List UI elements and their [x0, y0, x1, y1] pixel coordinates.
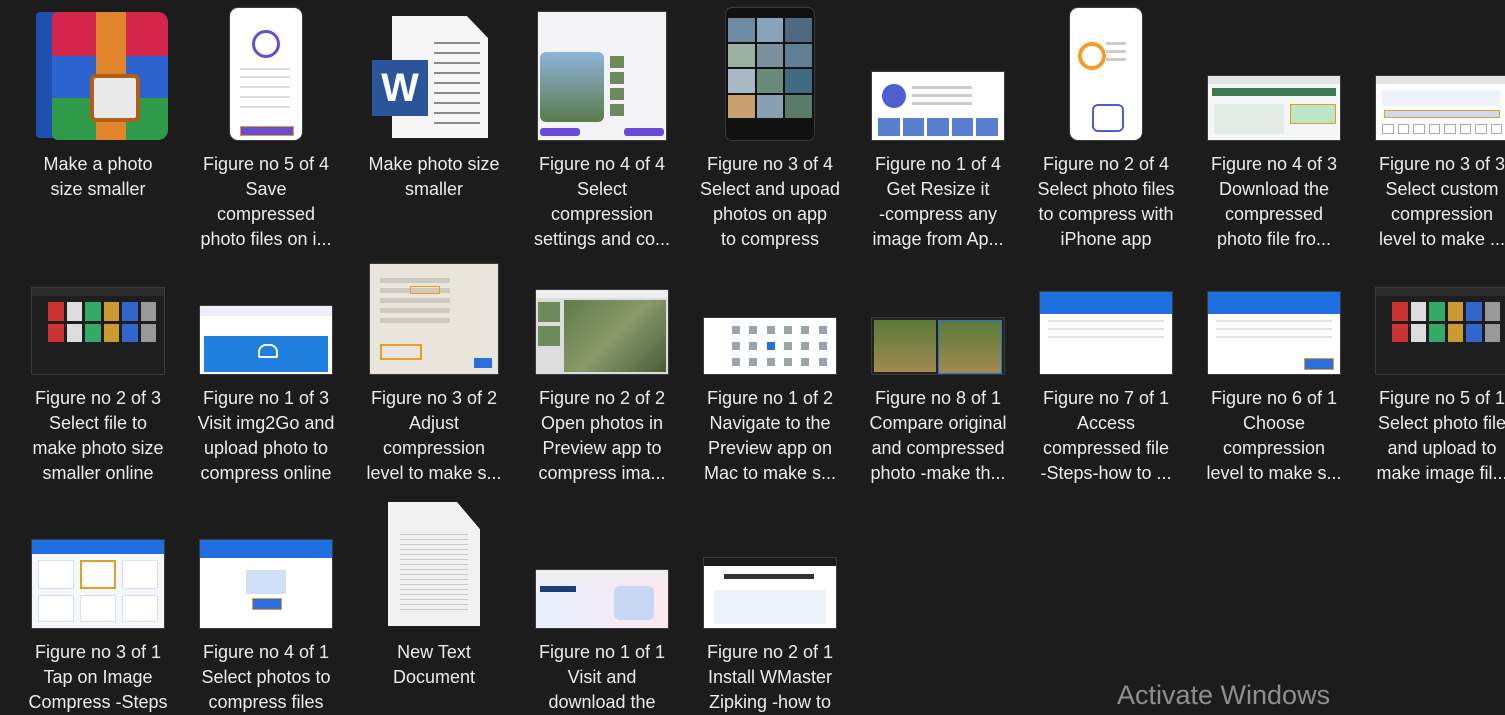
screenshot-preview [1376, 76, 1505, 140]
file-thumbnail [1026, 240, 1186, 374]
file-name: Figure no 8 of 1 Compare original and co… [869, 388, 1007, 483]
screenshot-preview [1040, 292, 1172, 374]
file-name: Figure no 7 of 1 Access compressed file … [1040, 388, 1172, 483]
file-name: Figure no 2 of 4 Select photo files to c… [1037, 154, 1175, 249]
file-thumbnail [186, 240, 346, 374]
screenshot-preview [704, 558, 836, 628]
file-name: Figure no 3 of 1 Tap on Image Compress -… [28, 642, 168, 712]
screenshot-preview [1376, 288, 1505, 374]
file-name: Figure no 3 of 4 Select and upoad photos… [699, 154, 841, 249]
screenshot-preview [872, 72, 1004, 140]
file-thumbnail [690, 6, 850, 140]
file-thumbnail [1194, 240, 1354, 374]
file-name: Figure no 1 of 4 Get Resize it -compress… [872, 154, 1004, 249]
file-name: Figure no 1 of 2 Navigate to the Preview… [703, 388, 837, 483]
file-thumbnail [1362, 6, 1505, 140]
file-thumbnail [522, 240, 682, 374]
file-thumbnail [186, 6, 346, 140]
file-name: Figure no 2 of 2 Open photos in Preview … [538, 388, 666, 483]
screenshot-preview [230, 8, 302, 140]
file-thumbnail [18, 240, 178, 374]
screenshot-preview [200, 540, 332, 628]
screenshot-preview [370, 264, 498, 374]
file-name: Figure no 1 of 3 Visit img2Go and upload… [197, 388, 335, 483]
screenshot-preview [726, 8, 814, 140]
file-name: Figure no 2 of 1 Install WMaster Zipking… [706, 642, 834, 712]
screenshot-preview [536, 570, 668, 628]
file-name: Figure no 3 of 2 Adjust compression leve… [366, 388, 502, 483]
file-name: Figure no 4 of 3 Download the compressed… [1210, 154, 1338, 249]
file-thumbnail [522, 6, 682, 140]
screenshot-preview [1208, 292, 1340, 374]
file-thumbnail [1362, 240, 1505, 374]
screenshot-preview [1208, 76, 1340, 140]
file-thumbnail [858, 240, 1018, 374]
winrar-icon [28, 8, 168, 140]
file-thumbnail [18, 6, 178, 140]
file-name: Figure no 4 of 4 Select compression sett… [533, 154, 671, 249]
file-name: Make a photo size smaller [43, 154, 153, 199]
file-name: Figure no 5 of 1 Select photo file and u… [1376, 388, 1505, 483]
file-name: Figure no 6 of 1 Choose compression leve… [1206, 388, 1342, 483]
file-thumbnail [690, 240, 850, 374]
file-name: Figure no 1 of 1 Visit and download the [538, 642, 666, 712]
screenshot-preview [538, 12, 666, 140]
file-thumbnail [354, 494, 514, 628]
screenshot-preview [1070, 8, 1142, 140]
file-thumbnail [522, 494, 682, 628]
file-name: New Text Document [392, 642, 476, 687]
file-thumbnail: W [354, 6, 514, 140]
word-doc-icon: W [372, 12, 496, 140]
screenshot-preview [536, 290, 668, 374]
file-thumbnail [1026, 6, 1186, 140]
file-thumbnail [186, 494, 346, 628]
activation-watermark: Activate Windows [1117, 680, 1331, 710]
file-name: Figure no 5 of 4 Save compressed photo f… [200, 154, 332, 249]
file-name: Figure no 4 of 1 Select photos to compre… [201, 642, 331, 712]
screenshot-preview [872, 318, 1004, 374]
screenshot-preview [704, 318, 836, 374]
screenshot-preview [32, 540, 164, 628]
file-thumbnail [1194, 6, 1354, 140]
file-name: Make photo size smaller [368, 154, 500, 199]
file-thumbnail [18, 494, 178, 628]
file-thumbnail [690, 494, 850, 628]
file-thumbnail [354, 240, 514, 374]
screenshot-preview [200, 306, 332, 374]
file-name: Figure no 3 of 3 Select custom compressi… [1378, 154, 1505, 249]
file-thumbnail [858, 6, 1018, 140]
screenshot-preview [32, 288, 164, 374]
text-doc-icon [384, 500, 484, 628]
file-name: Figure no 2 of 3 Select file to make pho… [32, 388, 164, 483]
